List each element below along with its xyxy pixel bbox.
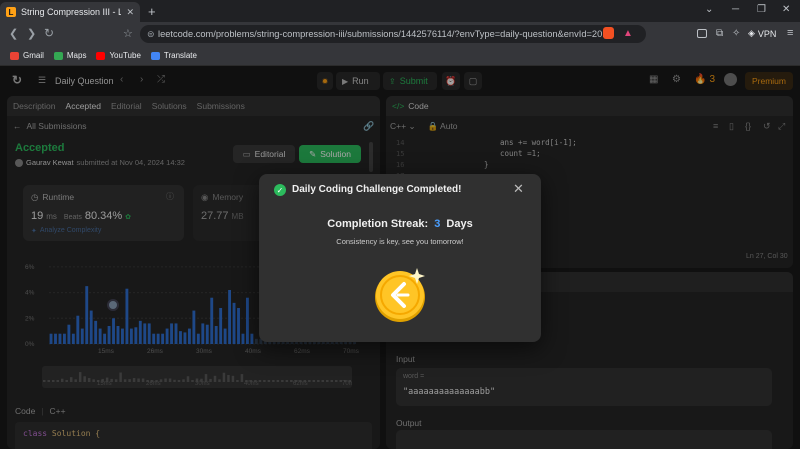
streak-value: 3 [434,218,441,230]
browser-tab-bar: L String Compression III - LeetCo ✕ + ⌄ … [0,0,800,22]
browser-menu-icon[interactable]: ≡ [787,27,793,39]
vpn-button[interactable]: ◈ VPN [748,28,776,39]
back-icon[interactable]: ❮ [9,27,18,40]
brave-shield-icon[interactable] [603,27,614,39]
reload-icon[interactable]: ↻ [44,26,54,40]
leo-ai-icon[interactable]: ✧ [732,28,740,39]
site-info-icon[interactable]: ⊜ [147,29,155,40]
leetcode-coin-icon [375,268,425,322]
check-circle-icon: ✓ [274,184,286,196]
streak-unit: Days [446,218,473,230]
bookmark-label: Maps [66,51,87,60]
translate-icon [150,51,160,60]
gmail-icon [10,51,19,60]
url-text: leetcode.com/problems/string-compression… [158,29,611,39]
vpn-label: VPN [757,28,777,39]
maps-icon [53,51,63,60]
browser-tab[interactable]: L String Compression III - LeetCo ✕ [0,2,140,22]
rewards-icon[interactable]: ▲ [623,28,633,39]
modal-message: Consistency is key, see you tomorrow! [336,237,464,246]
extensions-icon[interactable]: ⧉ [716,28,723,39]
bookmarks-bar: Gmail Maps YouTube Translate [0,46,800,66]
bookmark-label: Translate [163,51,197,60]
bookmark-star-icon[interactable]: ☆ [123,27,133,40]
daily-challenge-modal: ✓ Daily Coding Challenge Completed! ✕ Co… [259,174,541,342]
chevron-down-icon[interactable]: ⌄ [705,4,713,15]
bookmark-gmail[interactable]: Gmail [10,51,44,60]
leetcode-favicon-icon: L [6,7,16,17]
close-tab-icon[interactable]: ✕ [126,7,134,18]
streak-label: Completion Streak: [327,218,429,230]
bookmark-youtube[interactable]: YouTube [96,51,141,60]
url-field[interactable]: leetcode.com/problems/string-compression… [140,25,646,43]
bookmark-maps[interactable]: Maps [53,51,87,60]
maximize-icon[interactable]: ❐ [757,4,766,15]
sidebar-icon[interactable] [697,29,707,38]
bookmark-translate[interactable]: Translate [150,51,197,60]
bookmark-label: YouTube [109,51,141,60]
close-window-icon[interactable]: ✕ [782,4,790,15]
forward-icon[interactable]: ❯ [27,27,36,40]
minimize-icon[interactable]: ─ [732,4,739,15]
modal-title: Daily Coding Challenge Completed! [292,184,462,195]
bookmark-label: Gmail [23,51,44,60]
vpn-icon: ◈ [748,28,755,38]
completion-streak: Completion Streak: 3 Days [259,218,541,230]
close-icon[interactable]: ✕ [513,181,524,197]
youtube-icon [96,51,106,60]
tab-title: String Compression III - LeetCo [21,7,122,17]
new-tab-button[interactable]: + [148,4,156,19]
